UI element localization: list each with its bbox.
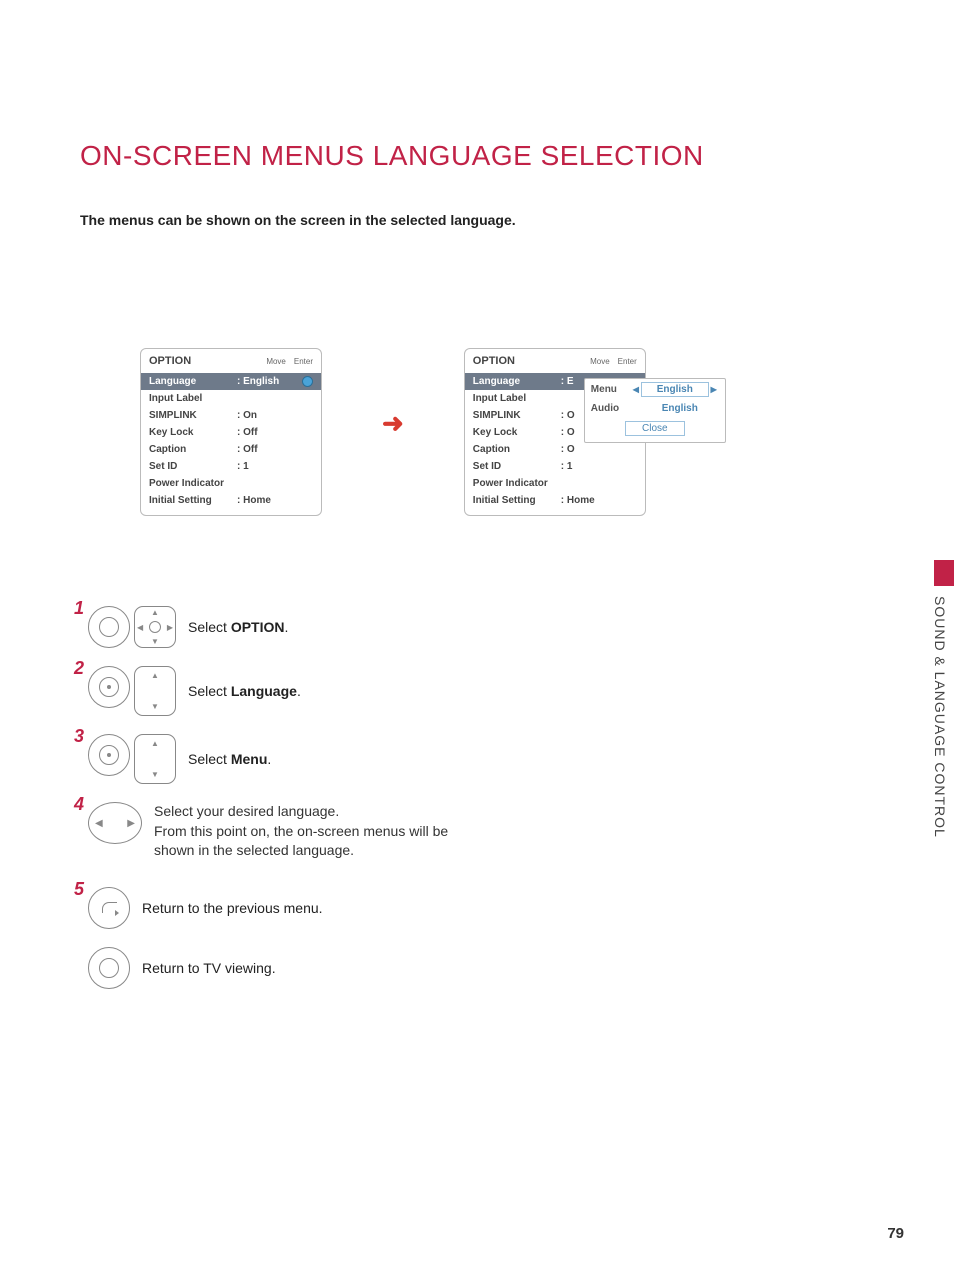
section-label: SOUND & LANGUAGE CONTROL (932, 586, 948, 838)
page-number: 79 (887, 1225, 904, 1242)
step-number: 1 (74, 598, 84, 619)
leftright-icon: ◀▶ (88, 802, 142, 844)
intro-text: The menus can be shown on the screen in … (80, 212, 884, 228)
language-popup: Menu ◀ English ▶ Audio English Close (584, 378, 726, 443)
step-text: Select Language. (188, 683, 301, 699)
osd-row[interactable]: Power Indicator (465, 475, 645, 492)
popup-audio-row[interactable]: Audio English (585, 400, 725, 417)
osd-row[interactable]: Caption: Off (141, 441, 321, 458)
step-text: Select OPTION. (188, 619, 288, 635)
step-text: Select Menu. (188, 751, 271, 767)
step-number: 3 (74, 726, 84, 747)
hint-enter: Enter (618, 357, 637, 366)
hint-move: Move (266, 357, 286, 366)
selection-dot-icon (302, 376, 313, 387)
page-title: ON-SCREEN MENUS LANGUAGE SELECTION (80, 140, 884, 172)
updown-icon: ▲▼ (134, 734, 176, 784)
osd-panel-left: OPTION Move Enter Language : English Inp… (140, 348, 322, 516)
popup-menu-row[interactable]: Menu ◀ English ▶ (585, 379, 725, 400)
step-number: 4 (74, 794, 84, 815)
step-text: Select your desired language. From this … (154, 802, 454, 861)
osd-row[interactable]: Initial Setting: Home (465, 492, 645, 509)
step-text: Return to TV viewing. (142, 960, 276, 976)
dpad-icon: ▲▼◀▶ (134, 606, 176, 648)
hint-move: Move (590, 357, 610, 366)
osd-row[interactable]: Initial Setting: Home (141, 492, 321, 509)
enter-button-icon (88, 734, 130, 776)
osd-row[interactable]: Caption: O (465, 441, 645, 458)
osd-row[interactable]: Set ID: 1 (141, 458, 321, 475)
osd-row[interactable]: Power Indicator (141, 475, 321, 492)
step-number: 2 (74, 658, 84, 679)
osd-row[interactable]: Input Label (141, 390, 321, 407)
osd-row[interactable]: SIMPLINK: On (141, 407, 321, 424)
triangle-right-icon[interactable]: ▶ (709, 385, 719, 394)
enter-button-icon (88, 666, 130, 708)
step-number: 5 (74, 879, 84, 900)
step-text: Return to the previous menu. (142, 900, 323, 916)
popup-close-button[interactable]: Close (625, 421, 685, 436)
osd-row[interactable]: Key Lock: Off (141, 424, 321, 441)
osd-title: OPTION (149, 355, 191, 367)
triangle-left-icon[interactable]: ◀ (631, 385, 641, 394)
section-marker (934, 560, 954, 586)
hint-enter: Enter (294, 357, 313, 366)
arrow-right-icon: ➜ (382, 408, 404, 439)
osd-row[interactable]: Set ID: 1 (465, 458, 645, 475)
osd-title: OPTION (473, 355, 515, 367)
osd-row-language[interactable]: Language : English (141, 373, 321, 390)
return-button-icon (88, 887, 130, 929)
exit-button-icon (88, 947, 130, 989)
updown-icon: ▲▼ (134, 666, 176, 716)
menu-button-icon (88, 606, 130, 648)
